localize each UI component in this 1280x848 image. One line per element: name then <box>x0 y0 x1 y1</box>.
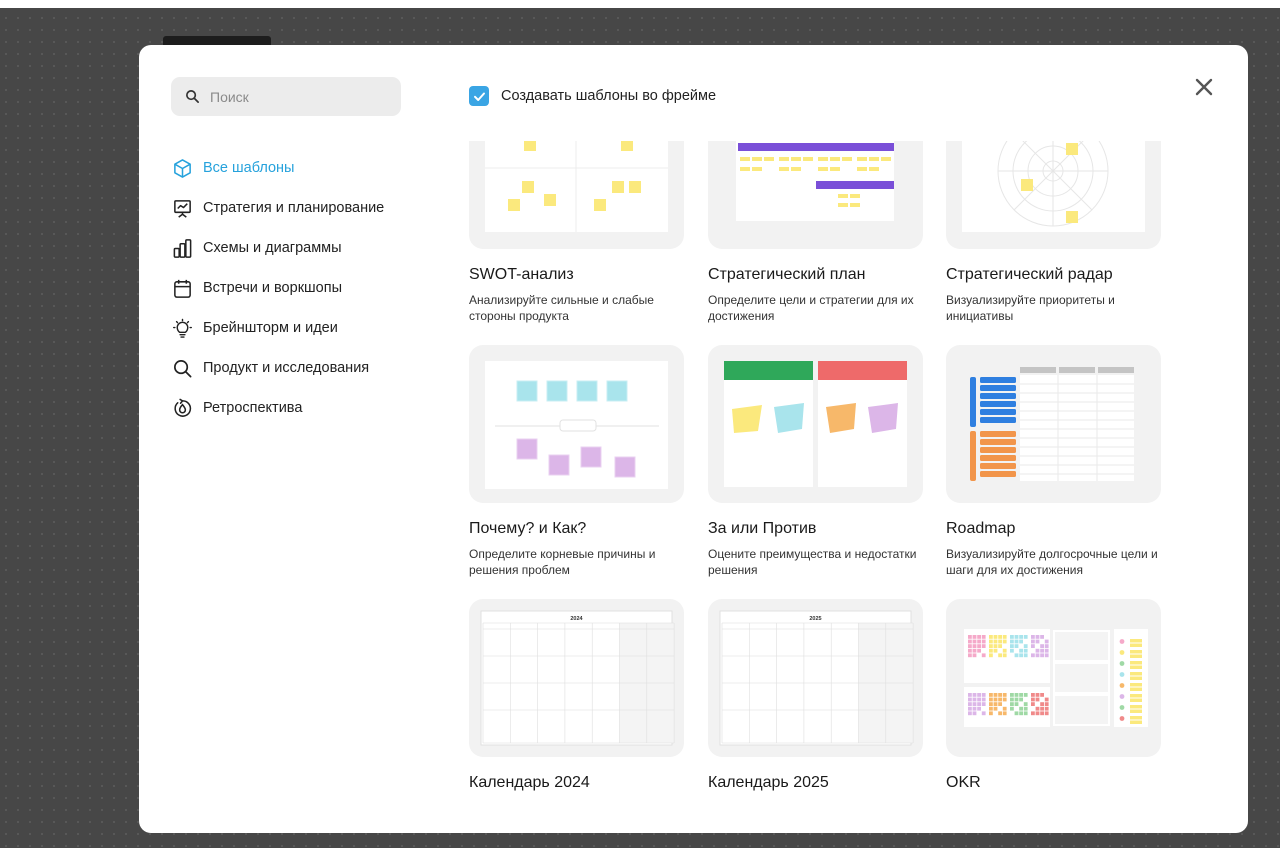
frame-checkbox[interactable] <box>469 86 489 106</box>
nav-item-meetings[interactable]: Встречи и воркшопы <box>171 268 411 308</box>
close-icon <box>1195 78 1213 96</box>
template-card-pros-cons[interactable]: За или Против Оцените преимущества и нед… <box>708 345 923 578</box>
template-thumbnail <box>708 141 923 249</box>
nav-item-all-templates[interactable]: Все шаблоны <box>171 148 411 188</box>
frame-option-label: Создавать шаблоны во фрейме <box>501 88 717 104</box>
nav-item-label: Все шаблоны <box>203 160 295 176</box>
template-card-roadmap[interactable]: Roadmap Визуализируйте долгосрочные цели… <box>946 345 1161 578</box>
template-card-strategic-radar[interactable]: Стратегический радар Визуализируйте прио… <box>946 141 1161 324</box>
template-thumbnail <box>946 345 1161 503</box>
template-thumbnail: 2025 <box>708 599 923 757</box>
nav-item-label: Схемы и диаграммы <box>203 240 342 256</box>
search-icon <box>171 357 193 379</box>
calendar-year: 2024 <box>570 616 583 622</box>
nav-item-product[interactable]: Продукт и исследования <box>171 348 411 388</box>
search-icon <box>186 90 199 103</box>
frame-option[interactable]: Создавать шаблоны во фрейме <box>469 86 716 106</box>
template-thumbnail <box>946 141 1161 249</box>
nav-item-label: Стратегия и планирование <box>203 200 385 216</box>
category-nav: Все шаблоны Стратегия и планирование Схе… <box>171 148 411 428</box>
template-description: Определите цели и стратегии для их дости… <box>708 293 914 323</box>
template-description: Оцените преимущества и недостатки решени… <box>708 547 917 577</box>
bar-chart-icon <box>171 237 193 259</box>
template-card-swot[interactable]: SWOT-анализ Анализируйте сильные и слабы… <box>469 141 684 324</box>
presentation-chart-icon <box>171 197 193 219</box>
template-card-strategic-plan[interactable]: Стратегический план Определите цели и ст… <box>708 141 923 324</box>
search-box[interactable] <box>171 77 401 116</box>
nav-item-label: Встречи и воркшопы <box>203 280 343 296</box>
top-strip <box>0 0 1280 8</box>
nav-item-strategy[interactable]: Стратегия и планирование <box>171 188 411 228</box>
templates-modal: Все шаблоны Стратегия и планирование С <box>139 45 1248 833</box>
calendar-icon <box>171 277 193 299</box>
template-thumbnail <box>946 599 1161 757</box>
calendar-year: 2025 <box>809 616 821 622</box>
nav-item-label: Ретроспектива <box>203 400 303 416</box>
template-title: Стратегический радар <box>946 266 1113 283</box>
lightbulb-icon <box>171 317 193 339</box>
template-card-okr[interactable]: OKR <box>946 599 1161 794</box>
close-button[interactable] <box>1191 74 1217 100</box>
template-title: За или Против <box>708 520 817 537</box>
template-thumbnail <box>469 141 684 249</box>
template-thumbnail <box>469 345 684 503</box>
retro-icon <box>171 397 193 419</box>
template-title: Календарь 2024 <box>469 774 590 791</box>
template-thumbnail <box>708 345 923 503</box>
template-title: OKR <box>946 774 981 791</box>
template-title: Календарь 2025 <box>708 774 829 791</box>
template-title: Стратегический план <box>708 266 866 283</box>
template-card-why-how[interactable]: Почему? и Как? Определите корневые причи… <box>469 345 684 578</box>
templates-grid: SWOT-анализ Анализируйте сильные и слабы… <box>469 141 1209 833</box>
check-icon <box>473 92 485 101</box>
nav-item-diagrams[interactable]: Схемы и диаграммы <box>171 228 411 268</box>
nav-item-retro[interactable]: Ретроспектива <box>171 388 411 428</box>
search-input[interactable] <box>210 88 380 105</box>
nav-item-label: Брейншторм и идеи <box>203 320 338 336</box>
nav-item-label: Продукт и исследования <box>203 360 370 376</box>
template-title: SWOT-анализ <box>469 266 574 283</box>
template-description: Визуализируйте долгосрочные цели и шаги … <box>946 547 1158 577</box>
template-card-calendar-2025[interactable]: 2025 Календарь 2025 <box>708 599 923 794</box>
template-thumbnail: 2024 <box>469 599 684 757</box>
template-description: Анализируйте сильные и слабые стороны пр… <box>469 293 654 323</box>
cube-icon <box>171 157 193 179</box>
template-description: Определите корневые причины и решения пр… <box>469 547 656 577</box>
template-card-calendar-2024[interactable]: 2024 Календарь 2024 <box>469 599 684 794</box>
nav-item-brainstorm[interactable]: Брейншторм и идеи <box>171 308 411 348</box>
template-title: Roadmap <box>946 520 1016 537</box>
template-description: Визуализируйте приоритеты и инициативы <box>946 293 1115 323</box>
template-title: Почему? и Как? <box>469 520 587 537</box>
